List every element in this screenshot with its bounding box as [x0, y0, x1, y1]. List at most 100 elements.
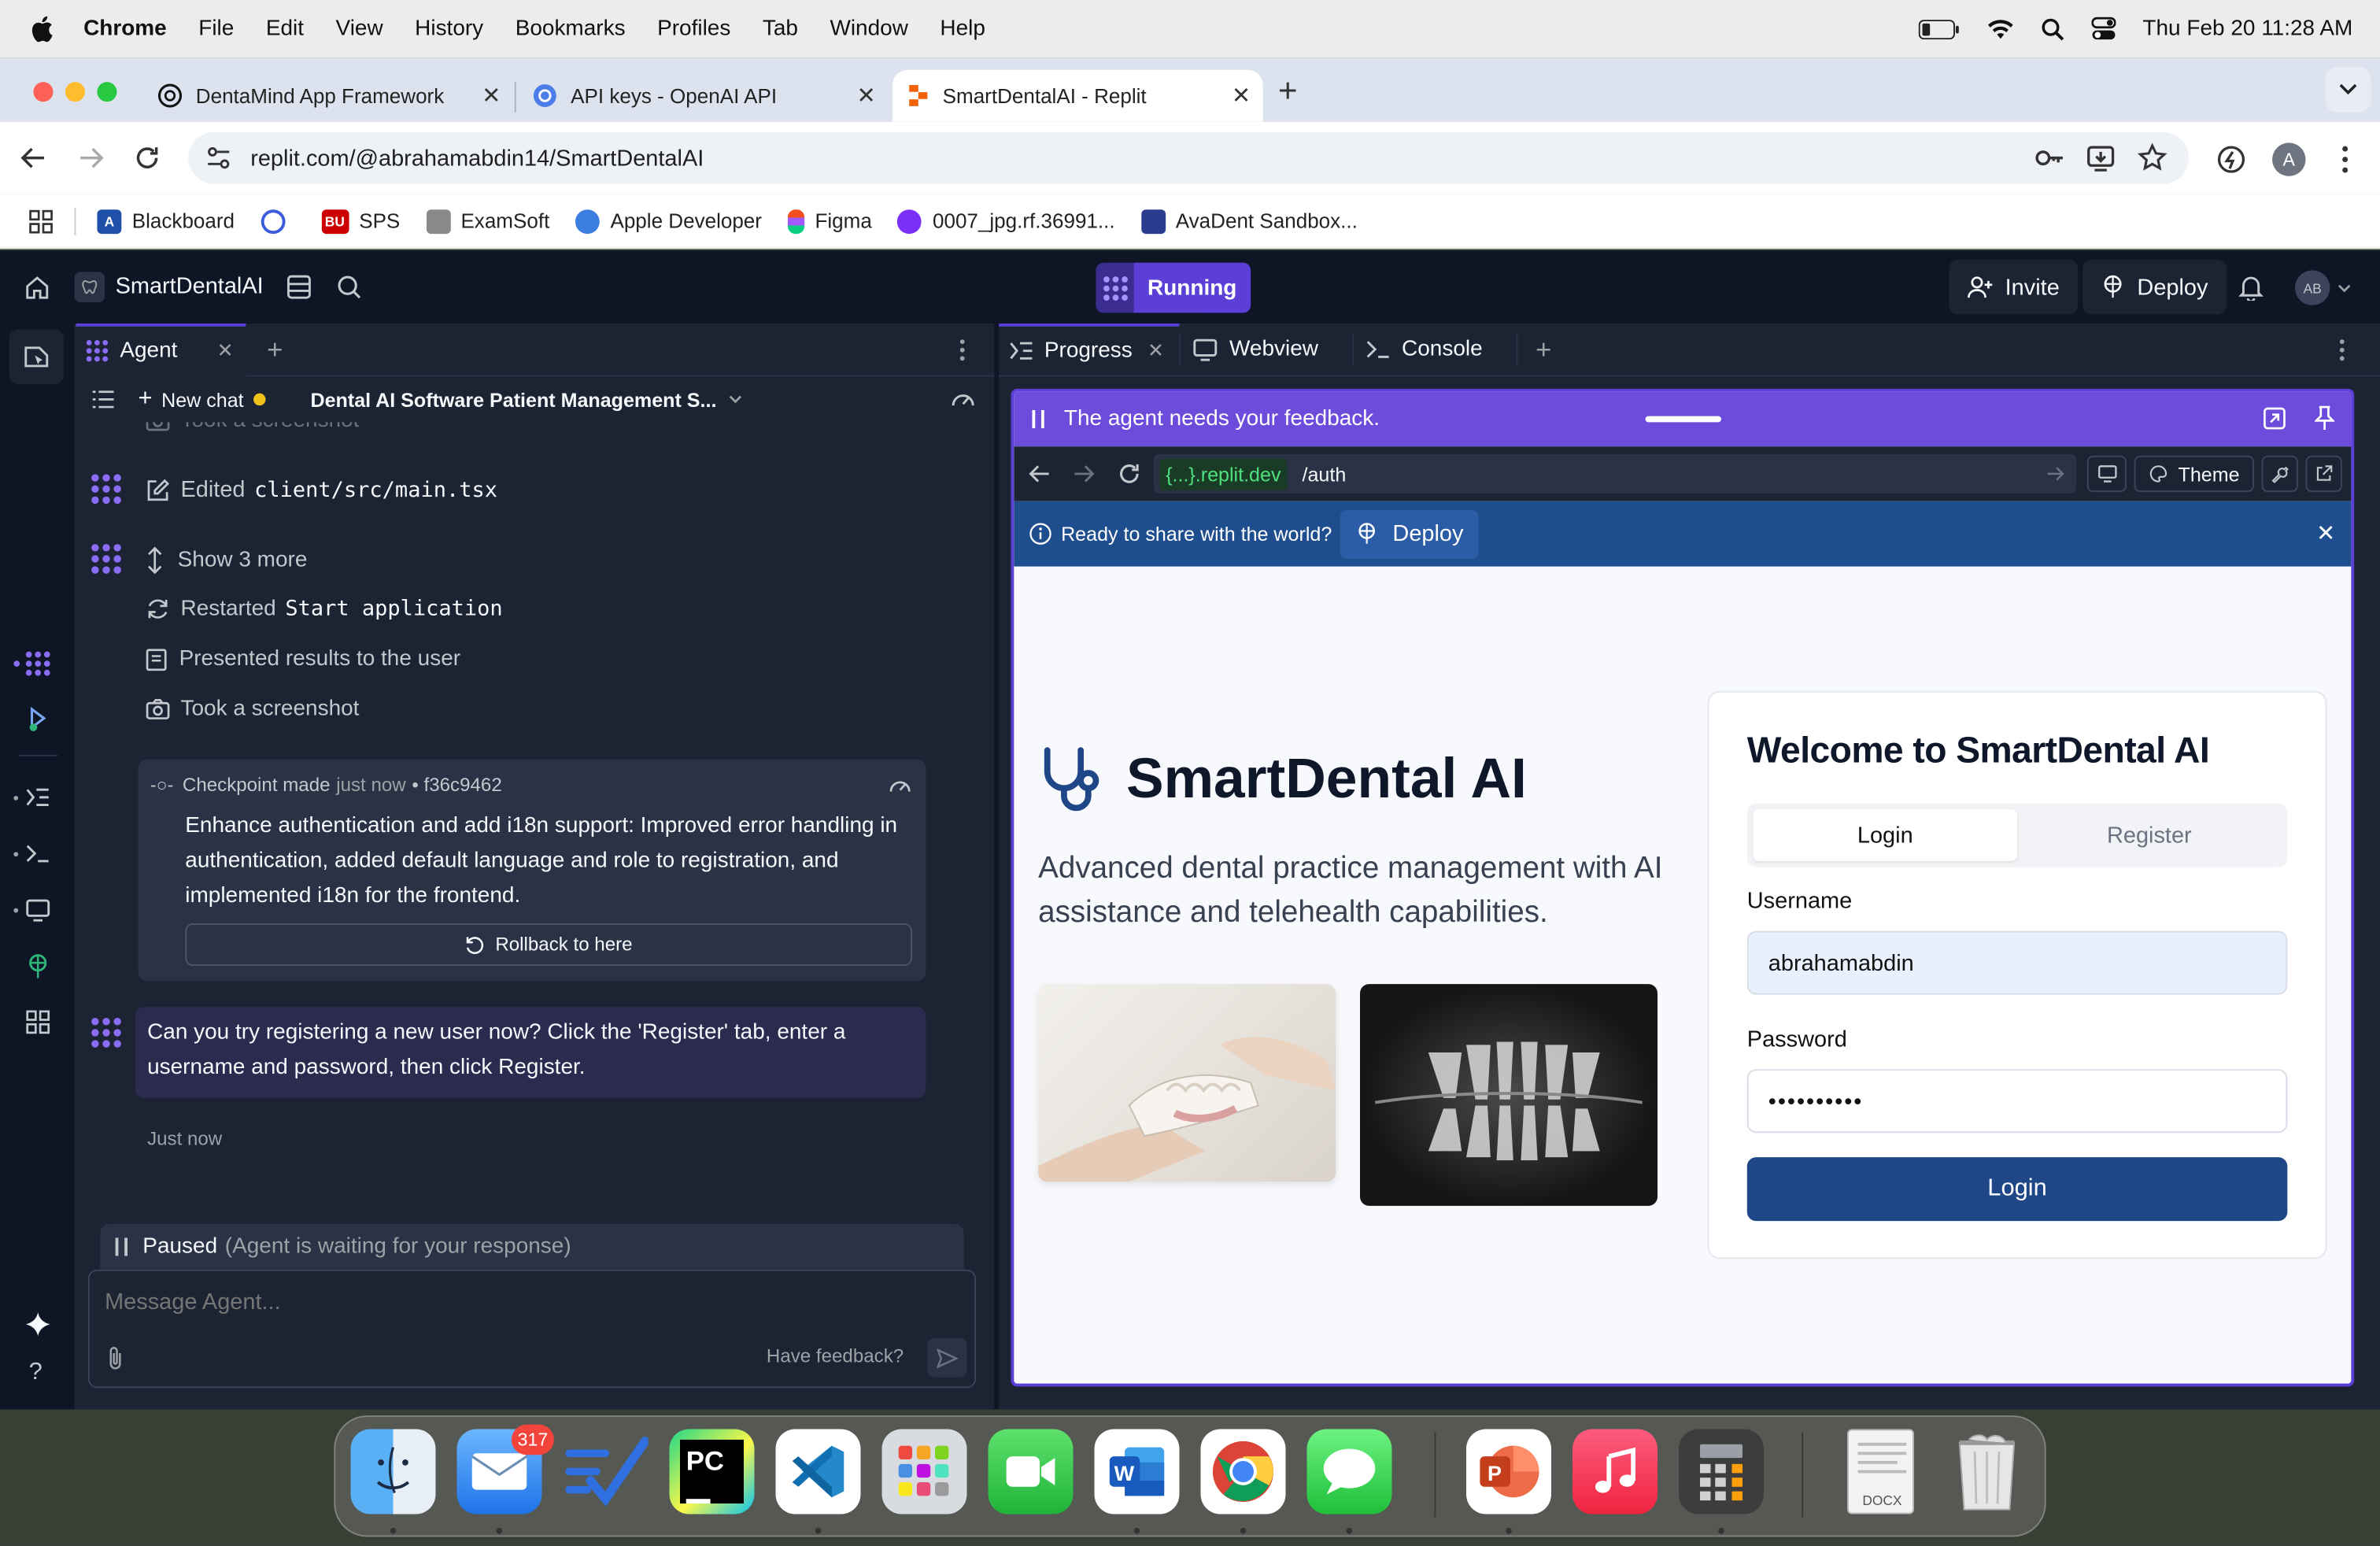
banner-deploy-button[interactable]: Deploy	[1340, 509, 1479, 559]
install-app-icon[interactable]	[2086, 142, 2116, 173]
taskheat-icon[interactable]	[563, 1429, 649, 1514]
minimize-window-button[interactable]	[65, 82, 85, 102]
menu-tab[interactable]: Tab	[763, 17, 798, 41]
docx-file-icon[interactable]: DOCX	[1838, 1429, 1923, 1515]
back-icon[interactable]	[20, 144, 47, 172]
menu-bookmarks[interactable]: Bookmarks	[516, 17, 626, 41]
activity-screenshot[interactable]: Took a screenshot	[146, 697, 359, 721]
deploy-button[interactable]: Deploy	[2082, 259, 2227, 315]
address-bar[interactable]: replit.com/@abrahamabdin14/SmartDentalAI	[188, 131, 2189, 184]
chrome-icon[interactable]	[1200, 1429, 1286, 1515]
checkpoint-hash[interactable]: • f36c9462	[412, 775, 501, 796]
control-center-icon[interactable]	[2090, 17, 2116, 41]
add-tab-icon[interactable]: +	[267, 333, 283, 365]
send-button[interactable]	[927, 1337, 967, 1378]
word-icon[interactable]: W	[1094, 1429, 1180, 1515]
assistant-icon[interactable]	[26, 706, 50, 734]
attach-paperclip-icon[interactable]	[106, 1345, 124, 1371]
reload-icon[interactable]	[1117, 461, 1141, 486]
activity-restarted[interactable]: Restarted Start application	[146, 597, 503, 621]
run-status-button[interactable]: Running	[1096, 262, 1251, 313]
menubar-clock[interactable]: Thu Feb 20 11:28 AM	[2142, 17, 2352, 41]
bookmark-apple-developer[interactable]: Apple Developer	[575, 209, 762, 234]
reload-icon[interactable]	[134, 144, 161, 172]
close-tab-icon[interactable]: ✕	[1148, 338, 1164, 363]
new-tab-icon[interactable]: +	[1278, 72, 1298, 111]
project-icon[interactable]	[74, 272, 105, 302]
maximize-window-button[interactable]	[97, 82, 117, 102]
invite-button[interactable]: Invite	[1949, 259, 2078, 315]
menu-history[interactable]: History	[415, 17, 483, 41]
launchpad-icon[interactable]	[881, 1429, 967, 1515]
close-tab-icon[interactable]: ✕	[857, 82, 876, 109]
bookmark-blackboard[interactable]: A Blackboard	[97, 209, 235, 234]
file-tree-icon[interactable]	[286, 273, 313, 301]
open-external-icon[interactable]	[2263, 407, 2286, 430]
spotlight-search-icon[interactable]	[2041, 17, 2064, 40]
menu-file[interactable]: File	[198, 17, 234, 41]
finder-icon[interactable]	[350, 1429, 436, 1515]
bookmark-avadent[interactable]: AvaDent Sandbox...	[1140, 209, 1358, 234]
pycharm-icon[interactable]: PC	[669, 1429, 755, 1515]
trash-icon[interactable]	[1944, 1429, 2029, 1514]
add-tab-icon[interactable]: +	[1536, 333, 1551, 365]
wifi-icon[interactable]	[1986, 18, 2014, 39]
battery-icon[interactable]	[1917, 19, 1959, 39]
search-icon[interactable]	[337, 275, 361, 299]
bookmark-examsoft[interactable]: ExamSoft	[426, 209, 549, 234]
chat-title-dropdown[interactable]: Dental AI Software Patient Management S.…	[310, 388, 742, 411]
rollback-button[interactable]: Rollback to here	[185, 923, 913, 967]
menu-window[interactable]: Window	[830, 17, 907, 41]
console-icon[interactable]	[26, 843, 50, 864]
menu-profiles[interactable]: Profiles	[657, 17, 730, 41]
messages-icon[interactable]	[1306, 1429, 1392, 1515]
devtools-button[interactable]	[2262, 455, 2299, 493]
tab-replit-active[interactable]: SmartDentalAI - Replit ✕	[892, 69, 1263, 122]
show-more-button[interactable]: Show 3 more	[146, 546, 307, 575]
tab-openai-api-keys[interactable]: API keys - OpenAI API ✕	[518, 70, 889, 122]
go-arrow-icon[interactable]	[2046, 466, 2064, 481]
apple-icon[interactable]	[31, 15, 54, 43]
facetime-icon[interactable]	[988, 1429, 1074, 1515]
user-menu[interactable]: AB	[2294, 270, 2351, 305]
login-submit-button[interactable]: Login	[1746, 1157, 2288, 1222]
open-new-tab-button[interactable]	[2306, 455, 2343, 493]
close-tab-icon[interactable]: ✕	[482, 82, 501, 109]
home-icon[interactable]	[24, 275, 50, 301]
back-icon[interactable]	[1029, 464, 1051, 483]
panel-menu-icon[interactable]	[959, 338, 966, 361]
music-icon[interactable]	[1572, 1429, 1658, 1515]
webview-icon[interactable]	[26, 899, 50, 922]
tab-register[interactable]: Register	[2017, 809, 2282, 861]
tab-progress[interactable]: Progress ✕	[998, 322, 1180, 376]
forward-icon[interactable]	[77, 144, 105, 172]
help-icon[interactable]: ?	[29, 1359, 42, 1387]
site-info-icon[interactable]	[206, 146, 231, 170]
url-text[interactable]: replit.com/@abrahamabdin14/SmartDentalAI	[250, 145, 704, 171]
notifications-bell-icon[interactable]	[2238, 273, 2264, 301]
powerpoint-icon[interactable]: P	[1465, 1429, 1551, 1515]
vscode-icon[interactable]	[775, 1429, 861, 1515]
extensions-icon[interactable]	[2216, 144, 2247, 175]
apps-grid-icon[interactable]	[29, 209, 54, 233]
close-banner-icon[interactable]: ✕	[2316, 520, 2335, 547]
activity-edited-file[interactable]: Edited client/src/main.tsx	[146, 477, 497, 503]
deployments-icon[interactable]	[26, 954, 50, 980]
tab-login[interactable]: Login	[1753, 809, 2018, 861]
menu-app-name[interactable]: Chrome	[83, 17, 167, 41]
message-agent-input[interactable]	[105, 1283, 955, 1320]
profile-avatar[interactable]: A	[2272, 142, 2306, 176]
drag-handle[interactable]	[1645, 416, 1721, 423]
bookmark-star-icon[interactable]	[2137, 142, 2168, 173]
sparkle-ai-icon[interactable]	[24, 1311, 52, 1338]
chrome-menu-icon[interactable]	[2342, 146, 2349, 173]
bookmark-sps[interactable]: BU SPS	[320, 209, 400, 234]
all-tools-grid-icon[interactable]	[26, 1010, 50, 1034]
menu-help[interactable]: Help	[940, 17, 985, 41]
pin-icon[interactable]	[2315, 405, 2335, 431]
chat-history-list-icon[interactable]	[92, 390, 114, 409]
calculator-icon[interactable]	[1678, 1429, 1764, 1515]
new-chat-button[interactable]: + New chat	[138, 386, 265, 413]
password-key-icon[interactable]	[2034, 142, 2064, 173]
view-checkpoint-icon[interactable]	[888, 775, 912, 796]
